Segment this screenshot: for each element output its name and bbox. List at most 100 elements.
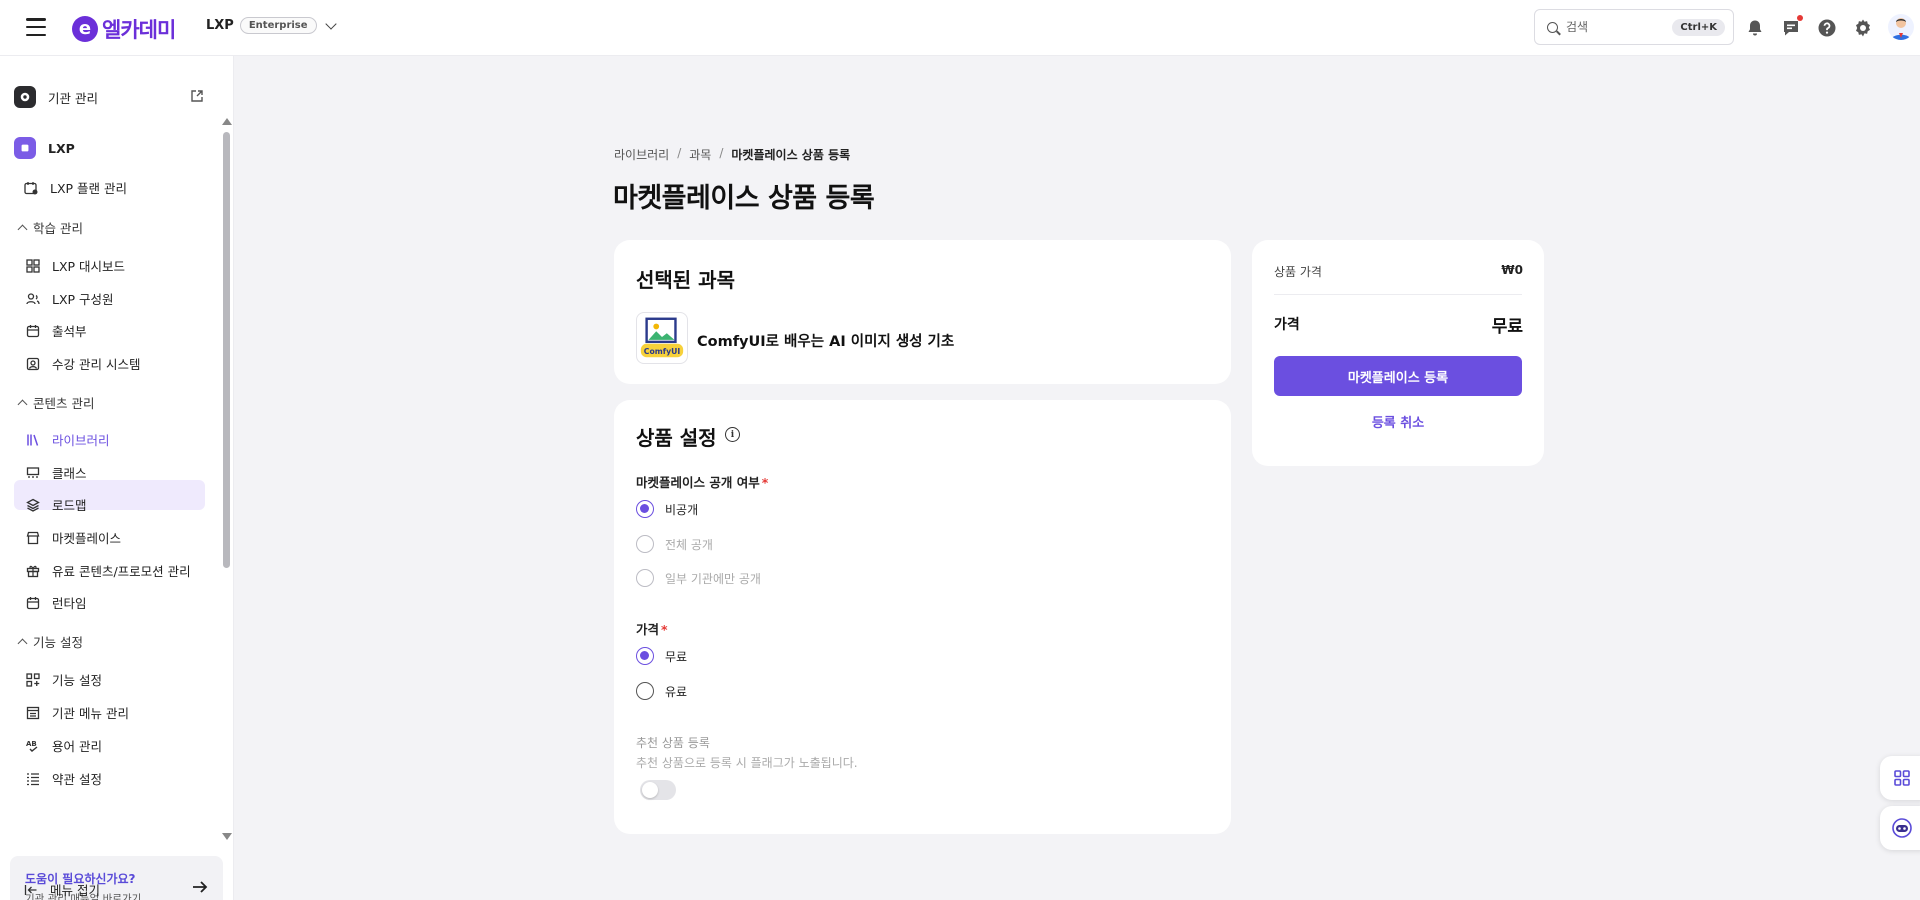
search-icon [1547,21,1558,33]
register-marketplace-button[interactable]: 마켓플레이스 등록 [1274,356,1522,396]
sidebar-item-lxp-members[interactable]: LXP 구성원 [26,289,114,308]
list-icon [26,772,40,786]
lxp-icon [14,137,36,159]
logo[interactable]: e 엘카데미 [72,14,176,44]
sidebar-item-label: 약관 설정 [52,772,102,787]
cancel-registration-button[interactable]: 등록 취소 [1274,412,1522,431]
radio-button[interactable] [636,682,654,700]
price-summary-value: 무료 [1491,317,1523,337]
summary-card: 상품 가격 ₩0 가격 무료 마켓플레이스 등록 등록 취소 [1252,240,1544,466]
product-price-value: ₩0 [1501,263,1523,277]
sidebar-item-roadmap[interactable]: 로드맵 [26,495,87,514]
collapse-icon [24,883,38,897]
store-icon [26,531,40,545]
divider [1274,294,1522,295]
recommend-title: 추천 상품 등록 [636,736,710,750]
page-title: 마켓플레이스 상품 등록 [613,183,875,214]
radio-button[interactable] [636,647,654,665]
arrow-right-icon [193,881,208,893]
scroll-up-arrow[interactable] [222,118,232,125]
search-input[interactable] [1566,20,1666,34]
recommend-toggle[interactable] [640,780,676,800]
price-option-free[interactable]: 무료 [636,647,687,665]
course-thumbnail: ComfyUI [636,312,688,364]
sidebar-item-runtime[interactable]: 런타임 [26,593,87,612]
sidebar-item-lxp[interactable]: LXP [14,137,75,159]
price-label: 가격 * [636,622,668,637]
section-learning-toggle[interactable]: 학습 관리 [17,218,83,237]
gear-icon[interactable] [1852,17,1874,39]
breadcrumb-separator: / [677,146,682,160]
sidebar-item-label: 기관 메뉴 관리 [52,706,129,721]
breadcrumb-item-library[interactable]: 라이브러리 [614,146,669,163]
scroll-down-arrow[interactable] [222,833,232,840]
sidebar-scrollbar[interactable] [223,132,230,568]
sidebar-item-marketplace[interactable]: 마켓플레이스 [26,528,121,547]
sidebar-item-label: 클래스 [52,466,87,481]
sidebar-item-label: LXP 플랜 관리 [50,181,128,196]
product-settings-title: 상품 설정 [636,426,717,450]
search-box[interactable]: Ctrl+K [1534,9,1734,45]
bot-icon[interactable] [1880,806,1920,850]
grid-icon[interactable] [1880,756,1920,800]
breadcrumb-item-course[interactable]: 과목 [689,146,711,163]
sidebar-item-label: 라이브러리 [52,433,110,448]
radio-button[interactable] [636,569,654,587]
chat-icon[interactable] [1780,15,1803,39]
visibility-option-partial[interactable]: 일부 기관에만 공개 [636,569,761,587]
layers-icon [26,498,40,512]
avatar[interactable] [1888,14,1914,40]
hamburger-icon[interactable] [26,18,46,36]
section-label: 기능 설정 [33,635,83,650]
section-content-toggle[interactable]: 콘텐츠 관리 [17,393,94,412]
sidebar-item-enrollment[interactable]: 수강 관리 시스템 [26,354,140,373]
sidebar-item-attendance[interactable]: 출석부 [26,321,87,340]
users-icon [26,292,40,306]
classroom-icon [26,466,40,480]
collapse-menu-button[interactable]: 메뉴 접기 [24,880,100,899]
visibility-option-private[interactable]: 비공개 [636,500,698,518]
calendar-icon [26,596,40,610]
sidebar-item-paid-content[interactable]: 유료 콘텐츠/프로모션 관리 [26,561,191,580]
gift-icon [26,564,40,578]
top-header: e 엘카데미 LXP Enterprise Ctrl+K [0,0,1920,56]
external-link-icon[interactable] [190,89,204,106]
plan-name: LXP [206,18,234,33]
sidebar-item-class[interactable]: 클래스 [26,463,87,482]
radio-label: 무료 [665,649,688,664]
radio-button[interactable] [636,500,654,518]
sidebar-item-lxp-plan[interactable]: LXP 플랜 관리 [24,178,127,197]
visibility-option-public[interactable]: 전체 공개 [636,535,713,553]
chevron-up-icon [17,224,28,235]
logo-mark: e [72,16,98,42]
plan-switcher[interactable]: LXP Enterprise [206,17,337,34]
calendar-plan-icon [24,181,38,195]
sidebar-item-library[interactable]: 라이브러리 [26,430,110,449]
library-icon [26,433,40,447]
section-feature-toggle[interactable]: 기능 설정 [17,632,83,651]
sidebar-item-policy[interactable]: 약관 설정 [26,769,102,788]
recommend-description: 추천 상품으로 등록 시 플래그가 노출됩니다. [636,756,858,770]
selected-course-card: 선택된 과목 ComfyUI ComfyUI로 배우는 AI 이미지 생성 기초 [614,240,1231,384]
section-label: 학습 관리 [33,221,83,236]
product-price-label: 상품 가격 [1274,265,1322,279]
radio-label: 전체 공개 [665,537,713,552]
sidebar-item-org-admin[interactable]: 기관 관리 [14,86,204,108]
section-label: 콘텐츠 관리 [33,396,95,411]
sidebar-item-terms-dictionary[interactable]: AB 용어 관리 [26,736,102,755]
help-icon[interactable] [1816,17,1838,39]
search-shortcut: Ctrl+K [1672,18,1725,36]
sidebar-item-label: 수강 관리 시스템 [52,357,141,372]
sidebar-item-org-menu[interactable]: 기관 메뉴 관리 [26,703,129,722]
info-icon[interactable]: i [725,427,740,442]
logo-text: 엘카데미 [102,18,176,42]
price-summary-label: 가격 [1274,317,1300,333]
radio-button[interactable] [636,535,654,553]
selected-course-title: 선택된 과목 [636,268,735,292]
sidebar-item-feature-settings[interactable]: 기능 설정 [26,670,102,689]
price-option-paid[interactable]: 유료 [636,682,687,700]
bell-icon[interactable] [1744,17,1766,39]
chevron-up-icon [17,638,28,649]
sidebar-item-label: 출석부 [52,324,87,339]
sidebar-item-lxp-dashboard[interactable]: LXP 대시보드 [26,256,125,275]
